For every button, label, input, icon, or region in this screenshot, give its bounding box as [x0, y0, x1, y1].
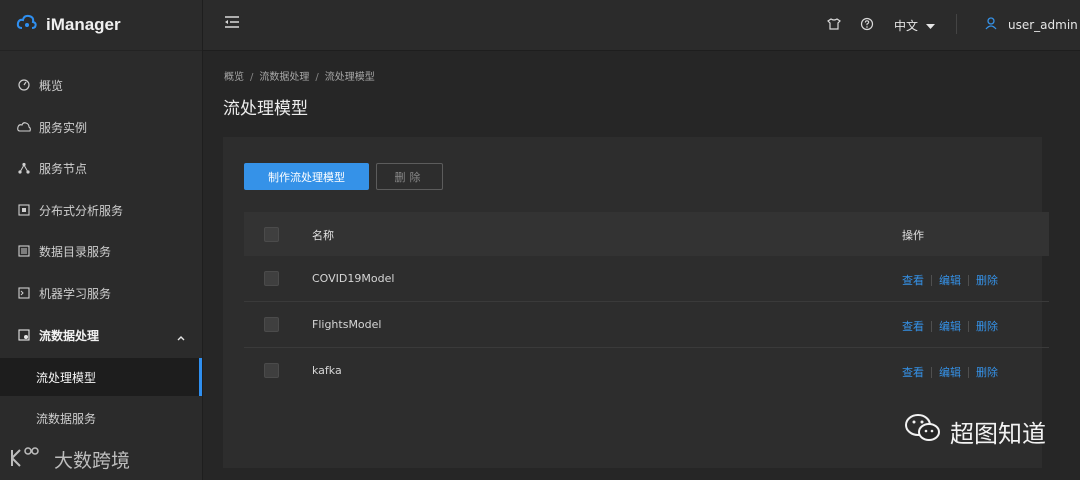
- bottom-watermark: 大数跨境: [10, 446, 130, 473]
- logo-mark-icon: [10, 446, 40, 473]
- stream-icon: [17, 328, 31, 342]
- nodes-icon: [17, 161, 31, 175]
- terminal-icon: [17, 286, 31, 300]
- table-header: 名称 操作: [244, 212, 1049, 256]
- sidebar-item-stream-processing[interactable]: 流数据处理: [0, 315, 202, 355]
- sidebar-item-overview[interactable]: 概览: [0, 65, 202, 105]
- row-actions: 查看 编辑 删除: [902, 364, 998, 380]
- chevron-up-icon: [177, 330, 185, 344]
- row-checkbox[interactable]: [264, 317, 279, 332]
- sidebar-item-label: 流数据处理: [39, 328, 100, 343]
- help-icon[interactable]: [860, 16, 874, 35]
- edit-link[interactable]: 编辑: [939, 364, 961, 380]
- column-header-name: 名称: [312, 229, 334, 242]
- model-name: COVID19Model: [312, 272, 395, 285]
- view-link[interactable]: 查看: [902, 318, 924, 334]
- language-label: 中文: [894, 19, 919, 33]
- user-menu[interactable]: user_admin: [985, 17, 1078, 33]
- table-row: FlightsModel 查看 编辑 删除: [244, 302, 1049, 348]
- breadcrumb-item[interactable]: 流数据处理: [259, 72, 309, 83]
- page-title: 流处理模型: [223, 99, 308, 119]
- sidebar-subitem-stream-model[interactable]: 流处理模型: [0, 358, 202, 396]
- column-header-actions: 操作: [902, 229, 924, 242]
- breadcrumb-item[interactable]: 概览: [224, 72, 244, 83]
- table-row: kafka 查看 编辑 删除: [244, 348, 1049, 393]
- row-actions: 查看 编辑 删除: [902, 318, 998, 334]
- square-icon: [17, 203, 31, 217]
- cloud-icon: [17, 120, 31, 134]
- view-link[interactable]: 查看: [902, 272, 924, 288]
- sidebar-item-label: 机器学习服务: [39, 286, 112, 301]
- breadcrumb-item-current: 流处理模型: [324, 72, 375, 83]
- sidebar: iManager 概览 服务实例 服务节点 分布式分析服务 数据目录服务 机器学…: [0, 0, 203, 480]
- models-table: 名称 操作 COVID19Model 查看 编辑 删除 FlightsModel 查…: [244, 212, 1049, 393]
- select-all-checkbox[interactable]: [264, 227, 279, 242]
- app-logo[interactable]: iManager: [0, 0, 202, 51]
- sidebar-item-service-nodes[interactable]: 服务节点: [0, 148, 202, 188]
- sidebar-item-machine-learning[interactable]: 机器学习服务: [0, 273, 202, 313]
- sidebar-subitem-stream-service[interactable]: 流数据服务: [0, 399, 202, 437]
- row-checkbox[interactable]: [264, 271, 279, 286]
- delete-button[interactable]: 删除: [376, 163, 443, 190]
- sidebar-item-label: 概览: [39, 78, 64, 93]
- app-name: iManager: [46, 15, 121, 34]
- caret-down-icon: [926, 19, 936, 33]
- cloud-logo-icon: [16, 14, 38, 36]
- sidebar-item-label: 服务节点: [39, 161, 88, 176]
- user-icon: [985, 17, 997, 33]
- sidebar-item-label: 数据目录服务: [39, 244, 112, 259]
- top-bar: 中文 user_admin: [203, 0, 1080, 51]
- edit-link[interactable]: 编辑: [939, 318, 961, 334]
- wechat-account-name: 超图知道: [950, 419, 1046, 448]
- model-name: FlightsModel: [312, 318, 382, 331]
- edit-link[interactable]: 编辑: [939, 272, 961, 288]
- view-link[interactable]: 查看: [902, 364, 924, 380]
- delete-link[interactable]: 删除: [976, 318, 998, 334]
- row-actions: 查看 编辑 删除: [902, 272, 998, 288]
- sidebar-item-distributed-analysis[interactable]: 分布式分析服务: [0, 190, 202, 230]
- sidebar-item-service-instances[interactable]: 服务实例: [0, 107, 202, 147]
- delete-link[interactable]: 删除: [976, 364, 998, 380]
- sidebar-item-data-catalog[interactable]: 数据目录服务: [0, 231, 202, 271]
- user-name: user_admin: [1008, 18, 1078, 32]
- wechat-watermark: 超图知道: [904, 413, 1046, 449]
- create-stream-model-button[interactable]: 制作流处理模型: [244, 163, 369, 190]
- delete-link[interactable]: 删除: [976, 272, 998, 288]
- model-name: kafka: [312, 364, 342, 377]
- sidebar-item-label: 分布式分析服务: [39, 203, 124, 218]
- language-select[interactable]: 中文: [894, 17, 936, 34]
- catalog-icon: [17, 244, 31, 258]
- bottom-watermark-text: 大数跨境: [54, 450, 131, 472]
- sidebar-item-label: 服务实例: [39, 120, 88, 135]
- sidebar-subitem-label: 流数据服务: [36, 411, 97, 426]
- wechat-icon: [904, 413, 942, 449]
- theme-shirt-icon[interactable]: [827, 16, 841, 35]
- menu-fold-icon[interactable]: [223, 14, 241, 34]
- sidebar-subitem-label: 流处理模型: [36, 370, 97, 385]
- table-row: COVID19Model 查看 编辑 删除: [244, 256, 1049, 302]
- dashboard-icon: [17, 78, 31, 92]
- topbar-divider: [956, 14, 957, 34]
- breadcrumb: 概览 / 流数据处理 / 流处理模型: [224, 72, 375, 83]
- row-checkbox[interactable]: [264, 363, 279, 378]
